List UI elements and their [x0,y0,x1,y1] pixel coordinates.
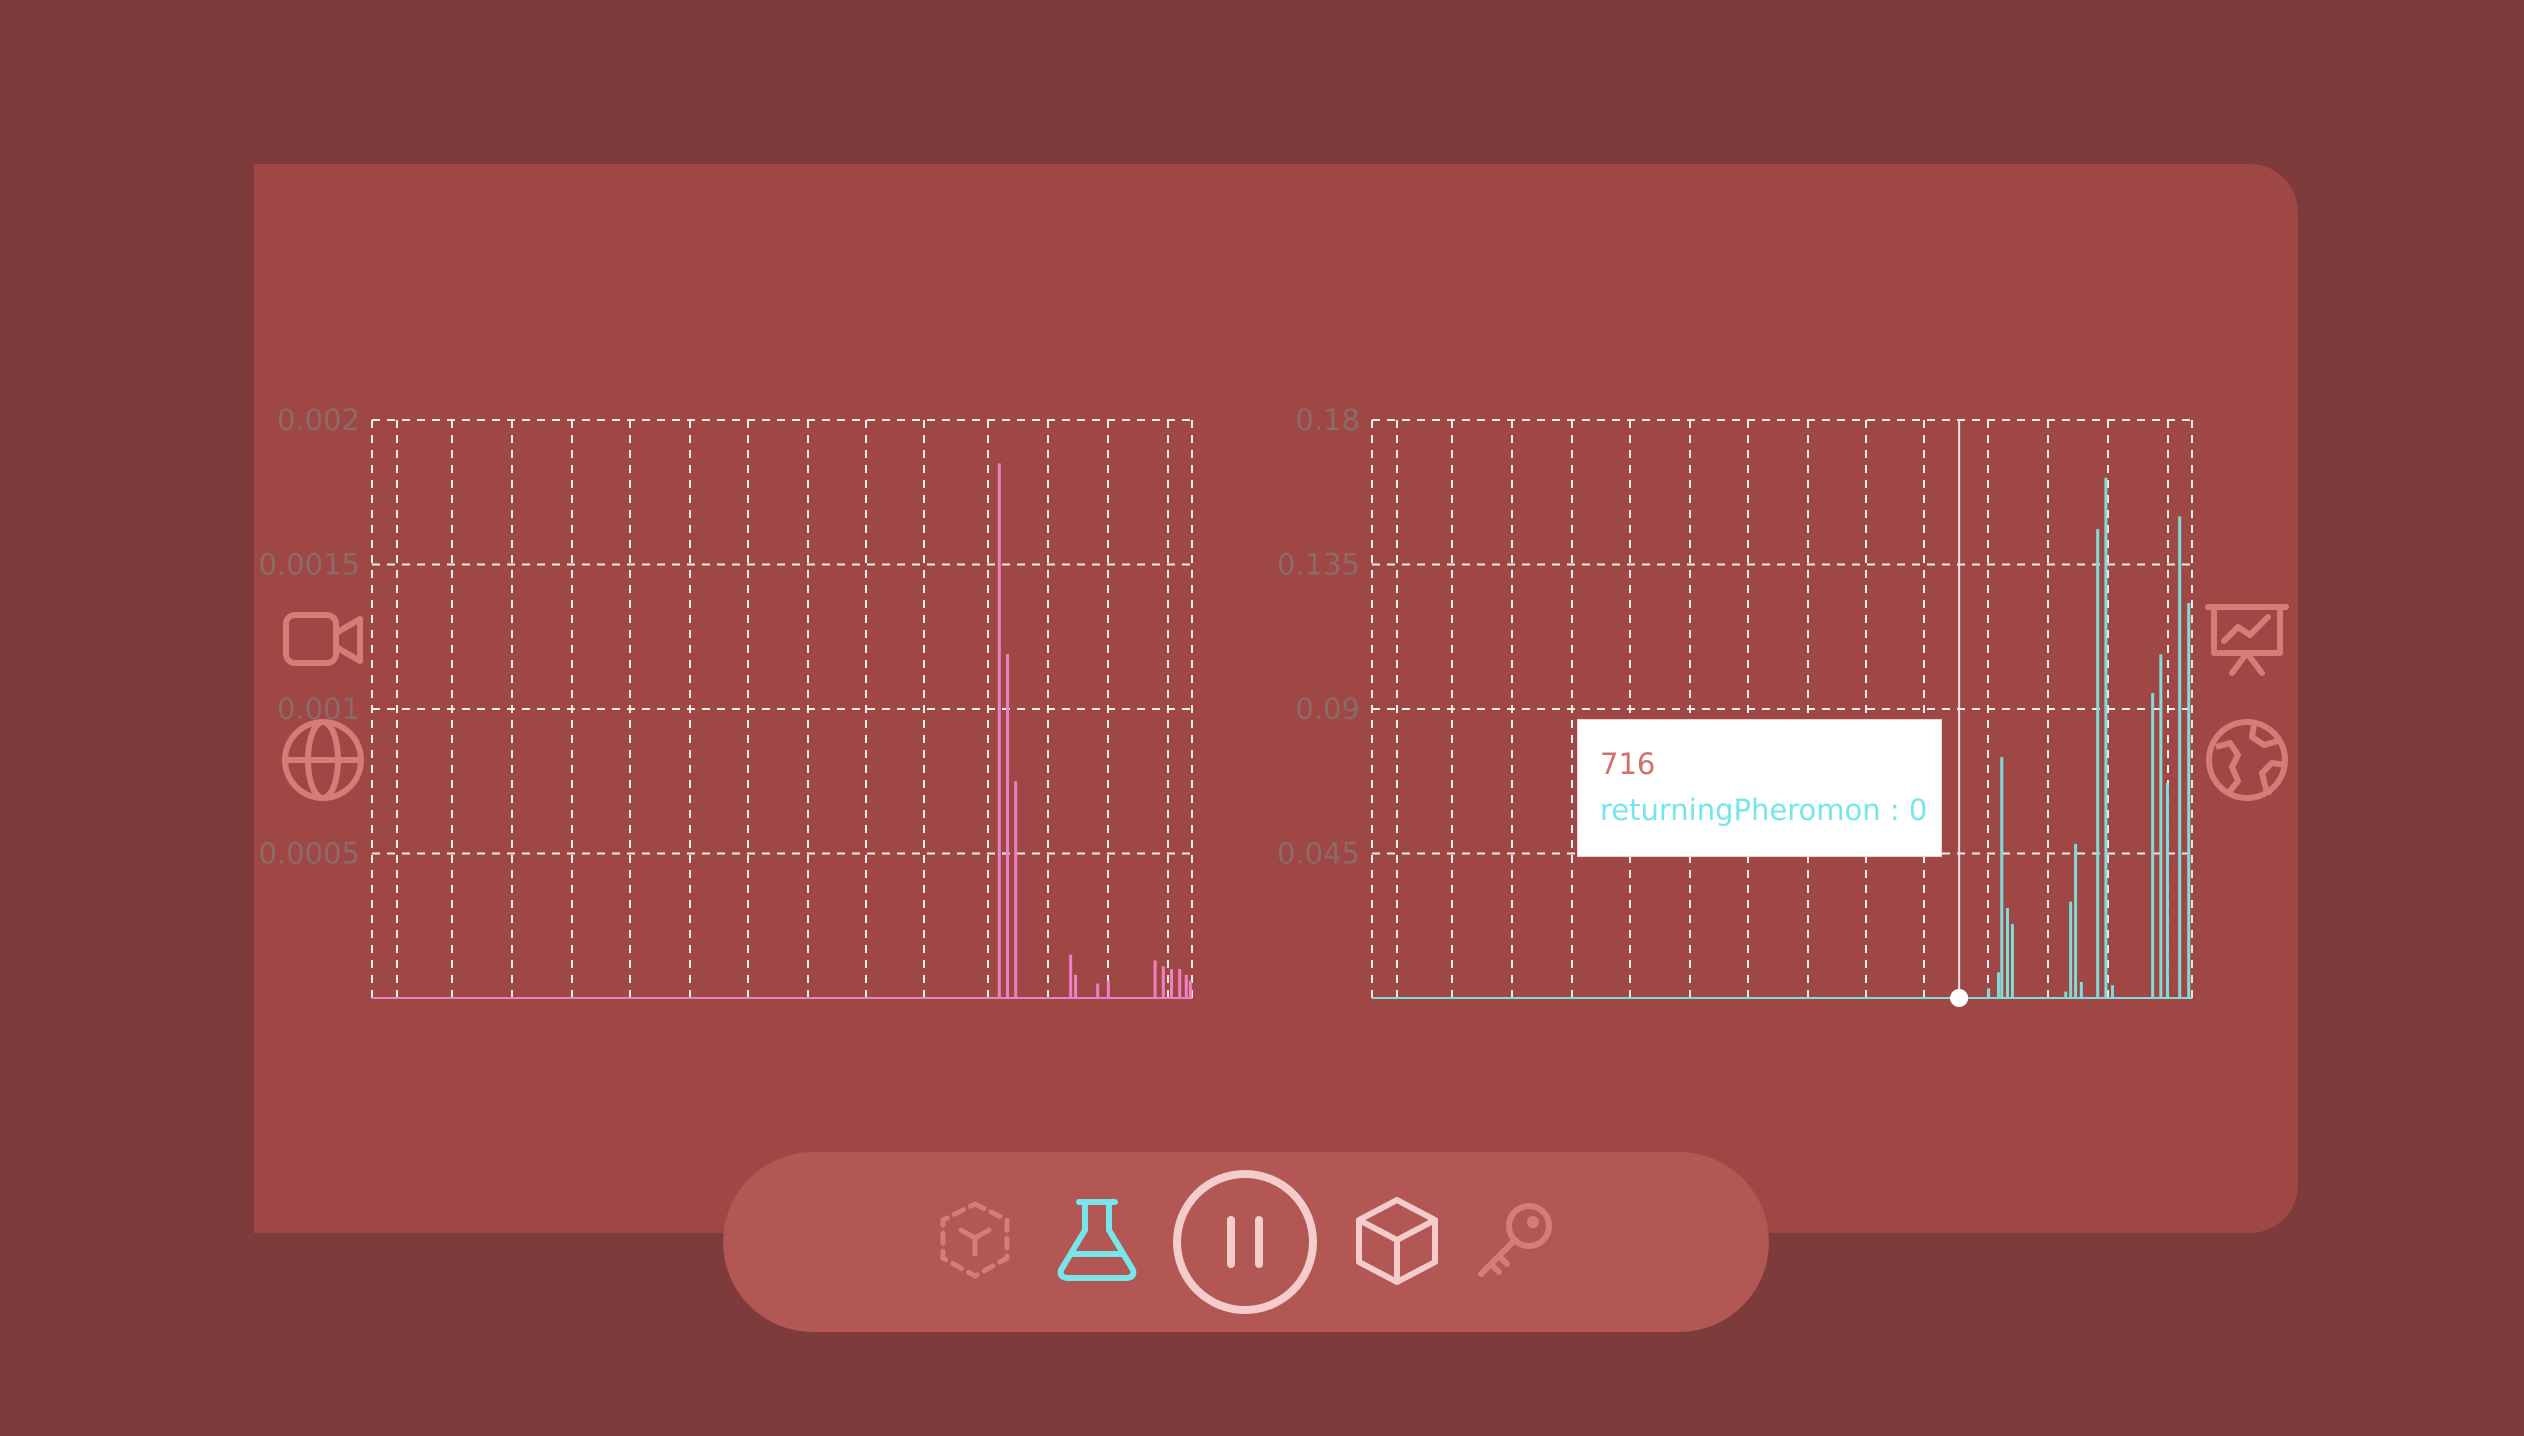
left-chart: 0.0020.00150.0010.0005 [259,403,1193,999]
flask-icon[interactable] [1049,1196,1145,1288]
globe-icon[interactable] [278,715,368,805]
tooltip-series-value: returningPheromon : 0 [1600,793,1928,827]
y-tick-label: 0.135 [1277,548,1360,582]
key-icon[interactable] [1471,1198,1559,1290]
tooltip-title: 716 [1600,747,1656,781]
y-tick-label: 0.002 [277,403,360,437]
chart-tooltip: 716 returningPheromon : 0 [1577,719,1942,857]
grid [371,419,1193,998]
right-chart[interactable]: 0.18 0.135 0.09 0.045 [1240,400,2200,1020]
y-tick-label: 0.0005 [259,837,360,871]
y-tick-label: 0.0015 [259,548,360,582]
earth-icon[interactable] [2202,715,2292,805]
box-icon[interactable] [1353,1196,1441,1290]
ar-cube-icon[interactable] [933,1198,1017,1286]
pause-button[interactable] [1173,1170,1317,1318]
video-camera-icon[interactable] [278,595,368,685]
presentation-chart-icon[interactable] [2202,595,2292,685]
hover-dot [1950,989,1969,1007]
grid [1371,419,2193,998]
y-tick-label: 0.045 [1277,837,1360,871]
y-tick-label: 0.09 [1295,692,1360,726]
control-toolbar [723,1152,1769,1332]
y-tick-label: 0.18 [1295,403,1360,437]
